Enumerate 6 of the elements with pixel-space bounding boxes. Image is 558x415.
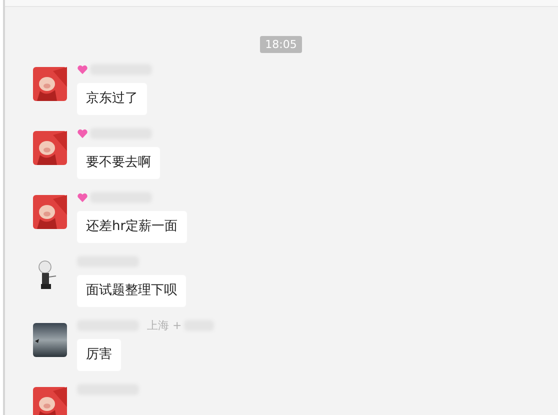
sender-location: 上海 + [147,318,182,332]
message-bubble[interactable]: 面试题整理下呗 [77,275,186,307]
message-bubble[interactable]: 还差hr定薪一面 [77,211,187,243]
message-bubble[interactable]: 京东过了 [77,83,147,115]
message-bubble[interactable]: 厉害 [77,339,121,371]
message-bubble[interactable]: 要不要去啊 [77,147,160,179]
